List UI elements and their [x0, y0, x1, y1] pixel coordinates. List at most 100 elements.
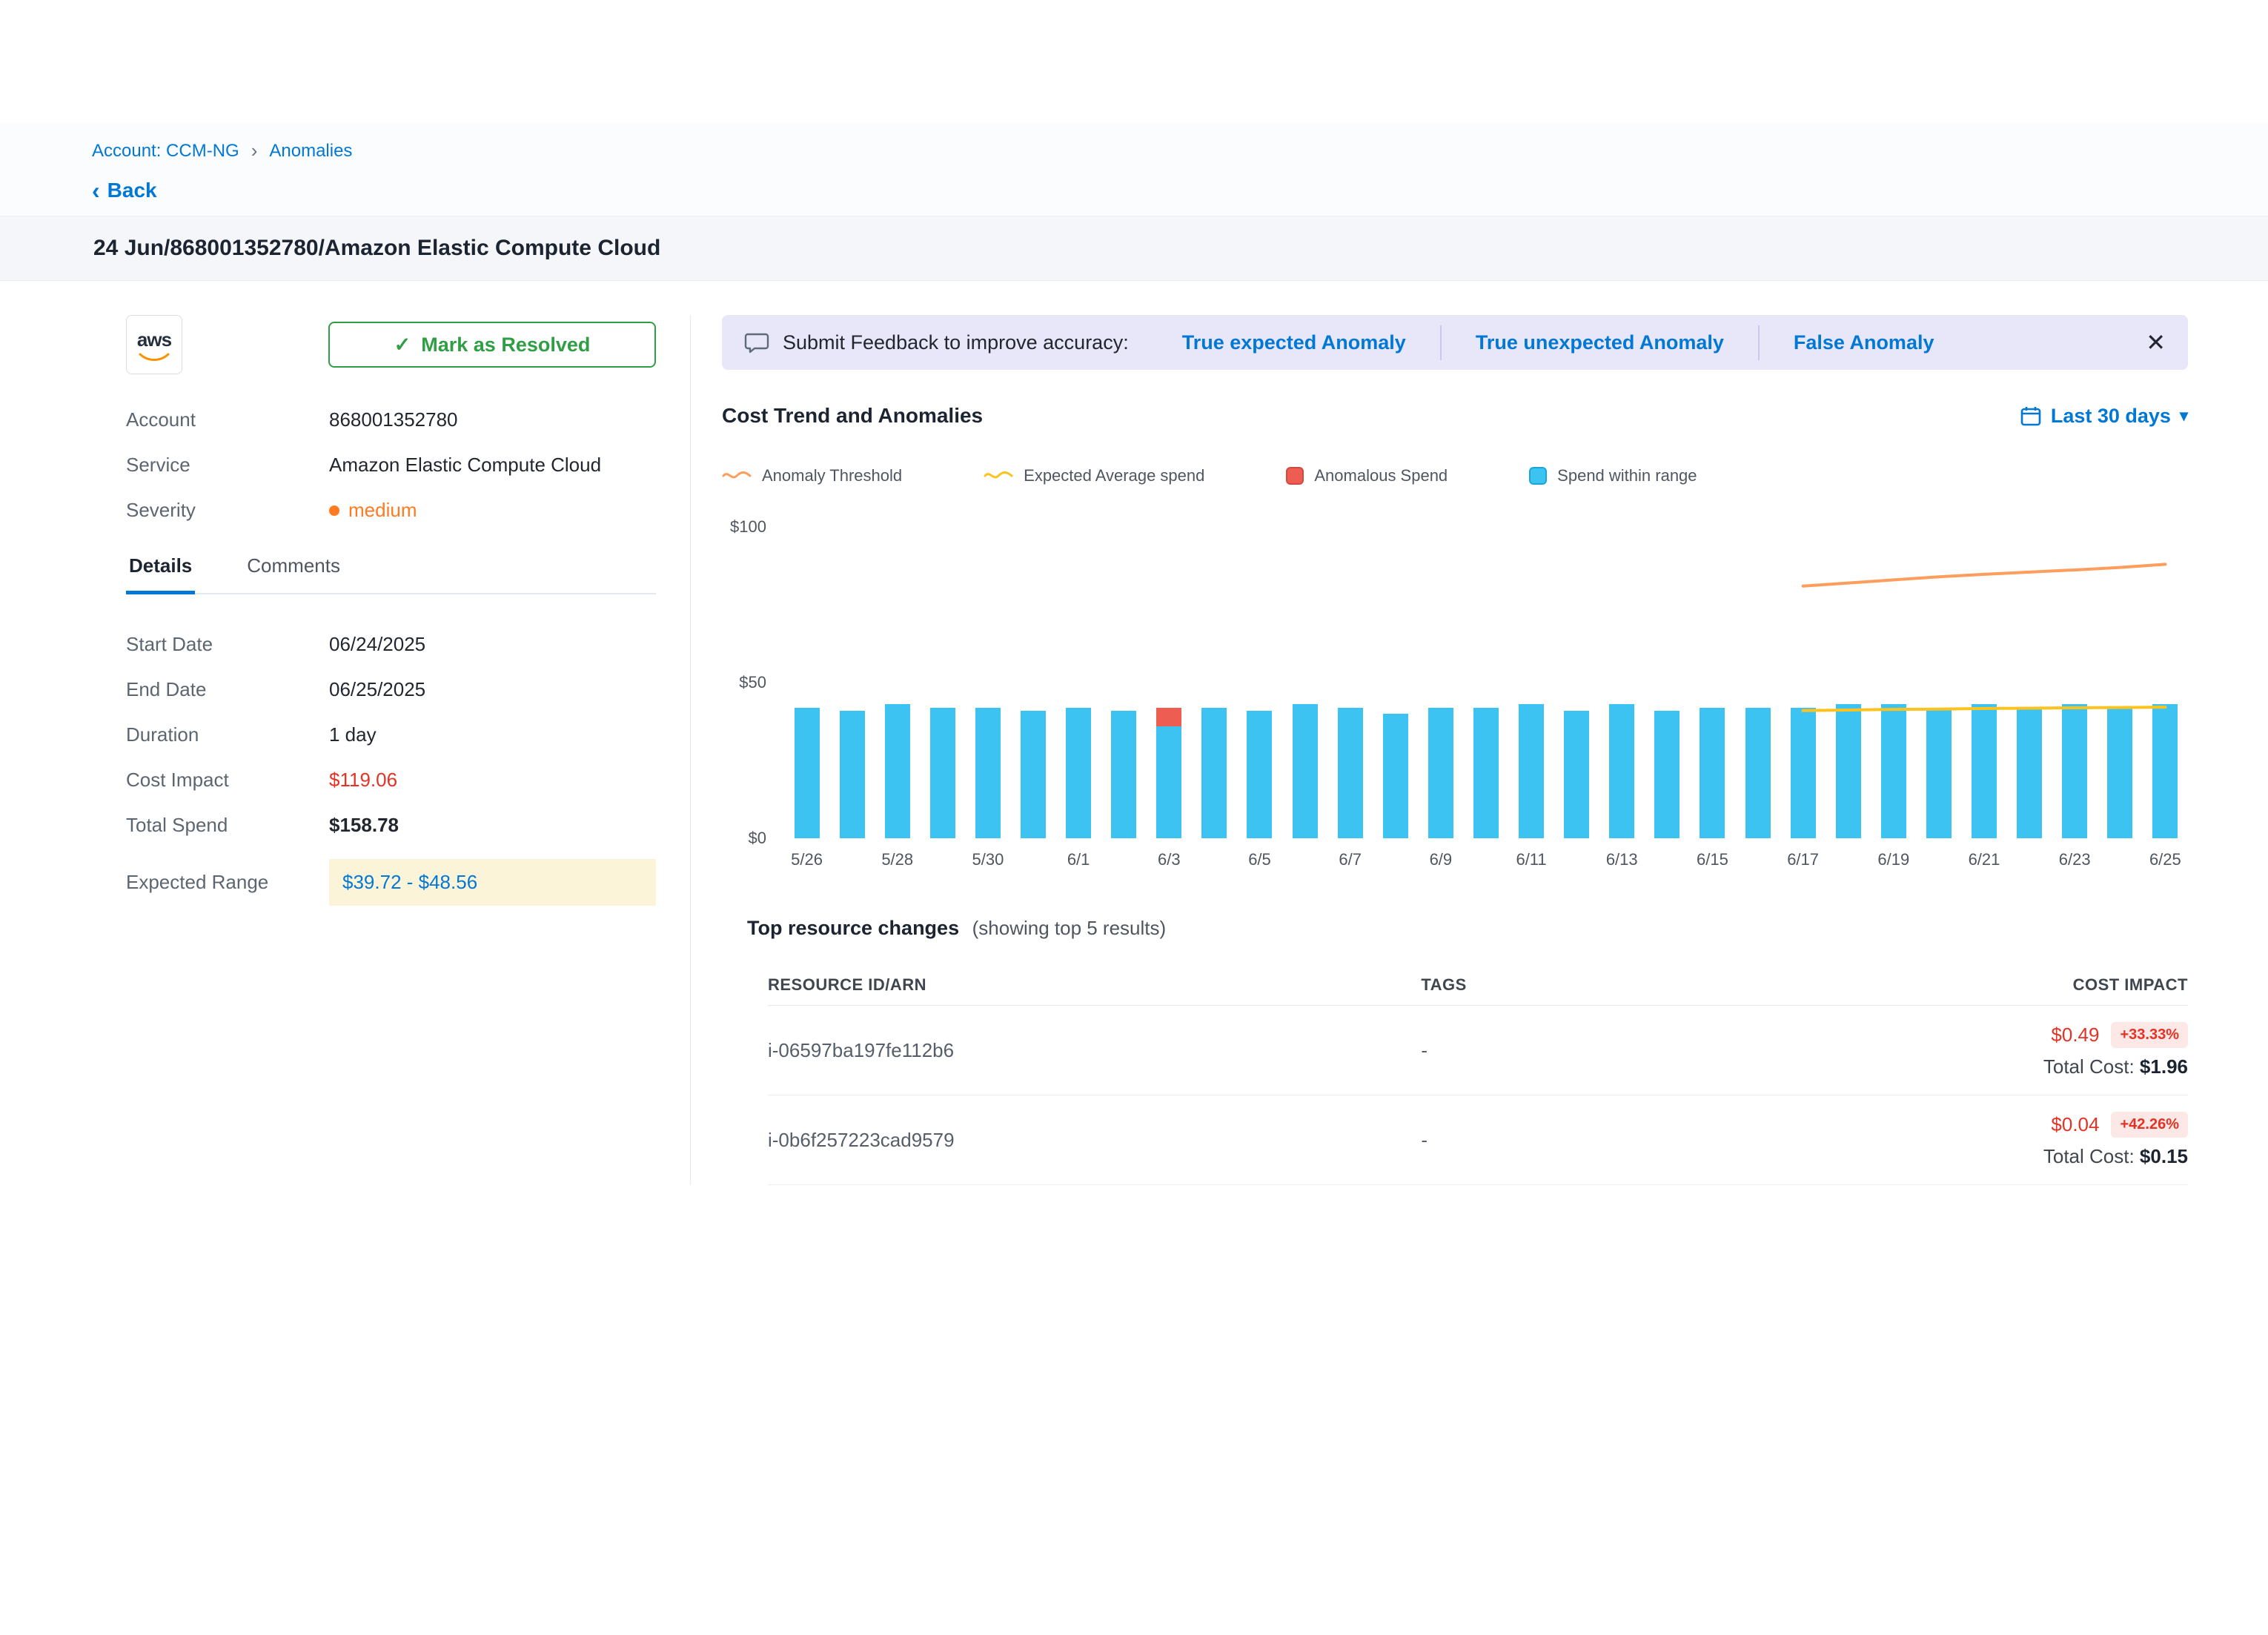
- x-axis-label: 5/28: [875, 850, 920, 869]
- chat-bubble-icon: [744, 330, 769, 355]
- daily-spend-bar: [2152, 704, 2178, 838]
- daily-spend-bar: [1836, 704, 1861, 838]
- service-row: Service Amazon Elastic Compute Cloud: [126, 454, 656, 477]
- severity-row: Severity medium: [126, 499, 656, 522]
- impact-percent-badge: +33.33%: [2111, 1022, 2188, 1048]
- resource-tags: -: [1421, 1039, 1862, 1062]
- spend-within-range-segment: [1293, 704, 1318, 838]
- anomaly-chart-panel: Submit Feedback to improve accuracy: Tru…: [691, 315, 2268, 1185]
- x-axis-label: 6/5: [1237, 850, 1282, 869]
- total-spend-row: Total Spend $158.78: [126, 814, 656, 837]
- page-title: 24 Jun/868001352780/Amazon Elastic Compu…: [93, 236, 2268, 261]
- table-header-row: RESOURCE ID/ARN TAGS COST IMPACT: [768, 965, 2188, 1006]
- spend-within-range-segment: [795, 708, 820, 838]
- legend-label: Anomaly Threshold: [762, 466, 902, 485]
- daily-spend-bar: [2107, 708, 2132, 838]
- bar-slot: [1192, 527, 1237, 838]
- spend-within-range-segment: [1836, 704, 1861, 838]
- spend-within-range-segment: [1021, 711, 1046, 838]
- check-icon: ✓: [394, 334, 411, 356]
- spend-within-range-segment: [1519, 704, 1544, 838]
- bar-slot: [784, 527, 829, 838]
- bar-slot: [1509, 527, 1554, 838]
- x-axis-label: [1735, 850, 1780, 869]
- x-axis-label: [1192, 850, 1237, 869]
- spend-within-range-segment: [1654, 711, 1680, 838]
- legend-square-icon: [1286, 467, 1304, 485]
- legend-item: Expected Average spend: [984, 466, 1204, 485]
- tab-details[interactable]: Details: [126, 554, 195, 594]
- service-label: Service: [126, 454, 329, 477]
- impact-amount: $0.04: [2051, 1113, 2099, 1136]
- end-date-label: End Date: [126, 678, 329, 701]
- spend-within-range-segment: [1066, 708, 1091, 838]
- back-button[interactable]: ‹ Back: [92, 179, 157, 202]
- feedback-false-anomaly-button[interactable]: False Anomaly: [1758, 325, 1969, 360]
- table-row: i-06597ba197fe112b6 - $0.49 +33.33% Tota…: [768, 1006, 2188, 1095]
- daily-spend-bar: [885, 704, 910, 838]
- daily-spend-bar: [1609, 704, 1634, 838]
- date-range-selector[interactable]: Last 30 days ▾: [2020, 405, 2188, 428]
- cost-impact-value: $119.06: [329, 769, 397, 792]
- x-axis-label: 6/15: [1690, 850, 1735, 869]
- daily-spend-bar: [1654, 711, 1680, 838]
- x-axis-label: 6/21: [1961, 850, 2006, 869]
- spend-within-range-segment: [1700, 708, 1725, 838]
- feedback-options: True expected Anomaly True unexpected An…: [1148, 325, 1969, 360]
- chart-header: Cost Trend and Anomalies Last 30 days ▾: [722, 404, 2188, 428]
- tab-comments[interactable]: Comments: [244, 554, 343, 594]
- feedback-banner: Submit Feedback to improve accuracy: Tru…: [722, 315, 2188, 370]
- bar-slot: [1645, 527, 1690, 838]
- close-icon[interactable]: ✕: [2146, 331, 2166, 354]
- x-axis-label: 5/30: [965, 850, 1010, 869]
- daily-spend-bar: [1473, 708, 1499, 838]
- total-spend-label: Total Spend: [126, 814, 329, 837]
- y-axis-label: $100: [730, 517, 766, 537]
- feedback-true-expected-button[interactable]: True expected Anomaly: [1148, 325, 1440, 360]
- resource-cost-impact: $0.49 +33.33% Total Cost: $1.96: [1862, 1022, 2188, 1078]
- daily-spend-bar: [1201, 708, 1227, 838]
- chart-title: Cost Trend and Anomalies: [722, 404, 983, 428]
- breadcrumb-account-link[interactable]: Account: CCM-NG: [92, 141, 239, 162]
- back-label: Back: [107, 179, 157, 202]
- chart-plot: [784, 527, 2188, 838]
- expected-range-value: $39.72 - $48.56: [329, 859, 656, 906]
- x-axis-label: [2007, 850, 2052, 869]
- resource-id: i-06597ba197fe112b6: [768, 1039, 1421, 1062]
- mark-as-resolved-button[interactable]: ✓ Mark as Resolved: [328, 322, 656, 368]
- bar-slot: [1056, 527, 1101, 838]
- x-axis-label: [1645, 850, 1690, 869]
- feedback-true-unexpected-button[interactable]: True unexpected Anomaly: [1440, 325, 1758, 360]
- account-value: 868001352780: [329, 408, 458, 431]
- feedback-prompt: Submit Feedback to improve accuracy:: [783, 331, 1129, 354]
- chart-bars: [784, 527, 2188, 838]
- spend-within-range-segment: [1791, 708, 1816, 838]
- chevron-left-icon: ‹: [92, 179, 100, 202]
- daily-spend-bar: [975, 708, 1001, 838]
- bar-slot: [1916, 527, 1961, 838]
- spend-within-range-segment: [1156, 726, 1181, 838]
- severity-label: Severity: [126, 499, 329, 522]
- spend-within-range-segment: [1201, 708, 1227, 838]
- x-axis-label: 6/13: [1599, 850, 1645, 869]
- total-cost-label: Total Cost:: [2043, 1055, 2135, 1078]
- bar-slot: [1010, 527, 1055, 838]
- bar-slot: [1599, 527, 1645, 838]
- bar-slot: [2007, 527, 2052, 838]
- anomaly-fields: Account 868001352780 Service Amazon Elas…: [126, 408, 656, 522]
- topbar: Account: CCM-NG › Anomalies ‹ Back: [0, 123, 2268, 216]
- resources-table: RESOURCE ID/ARN TAGS COST IMPACT i-06597…: [768, 965, 2188, 1185]
- x-axis-label: [1010, 850, 1055, 869]
- bar-slot: [1101, 527, 1147, 838]
- total-cost-label: Total Cost:: [2043, 1145, 2135, 1167]
- spend-within-range-segment: [2017, 708, 2042, 838]
- anomaly-details: Start Date 06/24/2025 End Date 06/25/202…: [126, 633, 656, 906]
- daily-spend-bar: [1066, 708, 1091, 838]
- x-axis-label: 6/19: [1871, 850, 1916, 869]
- anomaly-detail-page: Account: CCM-NG › Anomalies ‹ Back 24 Ju…: [0, 123, 2268, 1185]
- x-axis-label: [829, 850, 875, 869]
- bar-slot: [1282, 527, 1327, 838]
- legend-line-icon: [722, 469, 752, 482]
- spend-within-range-segment: [1745, 708, 1771, 838]
- breadcrumb-anomalies-link[interactable]: Anomalies: [269, 141, 352, 162]
